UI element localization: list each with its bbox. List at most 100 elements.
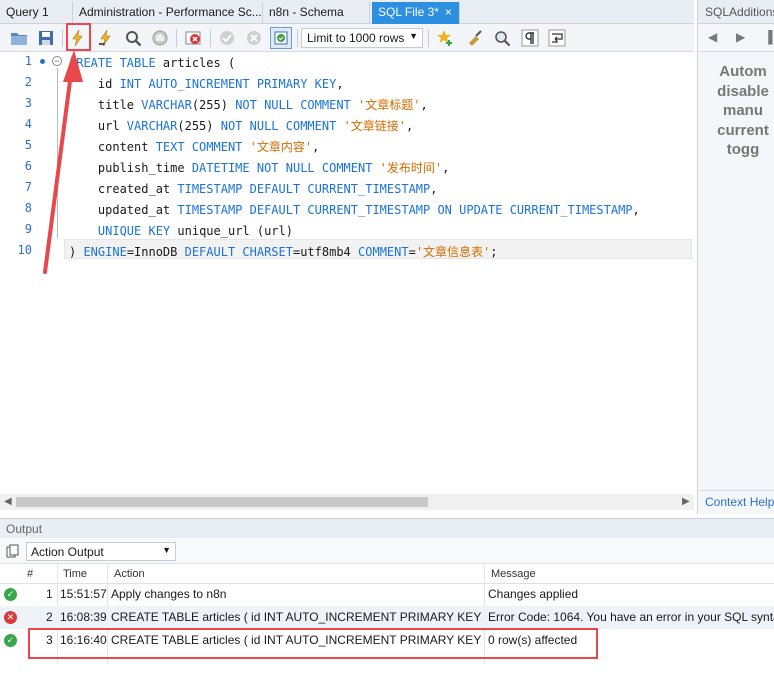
limit-rows-value: Limit to 1000 rows	[307, 31, 405, 45]
row-number: 1	[46, 587, 53, 601]
sql-keyword: VARCHAR	[126, 119, 178, 133]
sql-keyword: DEFAULT CHARSET	[184, 245, 293, 259]
sql-string: '文章信息表'	[415, 245, 491, 259]
scrollbar-thumb[interactable]	[16, 497, 428, 507]
code-line[interactable]: updated_at TIMESTAMP DEFAULT CURRENT_TIM…	[69, 201, 640, 222]
sql-keyword: COMMENT	[358, 245, 409, 259]
sql-identifier: ,	[336, 77, 344, 91]
column-header-time[interactable]: Time	[63, 568, 87, 580]
horizontal-scrollbar[interactable]: ◀ ▶	[0, 494, 694, 510]
sql-string: '文章链接'	[343, 119, 407, 133]
sql-keyword: INT AUTO_INCREMENT PRIMARY KEY	[119, 77, 337, 91]
row-time: 16:08:39	[60, 610, 107, 624]
toolbar-divider	[297, 29, 298, 47]
back-arrow-icon[interactable]: ◀	[708, 30, 717, 44]
sql-identifier: ,	[406, 119, 414, 133]
sql-string: '文章内容'	[249, 140, 313, 154]
column-header-number[interactable]: #	[27, 568, 33, 580]
workbench-window: Query 1 Administration - Performance Sc.…	[0, 0, 774, 685]
wrap-lines-icon[interactable]	[546, 27, 568, 49]
code-line[interactable]: ) ENGINE=InnoDB DEFAULT CHARSET=utf8mb4 …	[69, 243, 498, 264]
code-line[interactable]: title VARCHAR(255) NOT NULL COMMENT '文章标…	[69, 96, 428, 117]
sql-identifier: unique_url (url)	[177, 224, 293, 238]
sql-additions-panel: SQLAdditions ◀ ▶ ▐ Autom disable manu cu…	[697, 0, 774, 514]
output-type-select[interactable]: Action Output ▼	[26, 542, 176, 561]
message-line: Autom	[719, 63, 767, 80]
tab-label: SQL File 3*	[378, 5, 439, 19]
message-line: togg	[726, 141, 760, 158]
code-line[interactable]: url VARCHAR(255) NOT NULL COMMENT '文章链接'…	[69, 117, 413, 138]
bar-icon: ▐	[764, 30, 773, 44]
sql-keyword: VARCHAR	[141, 98, 192, 112]
sql-identifier: (255)	[177, 119, 221, 133]
error-x-icon: ✕	[4, 611, 17, 624]
sql-keyword: TEXT COMMENT	[155, 140, 250, 154]
sql-additions-nav: ◀ ▶ ▐	[698, 24, 774, 52]
context-help-tab[interactable]: Context Help	[698, 490, 774, 514]
tab-n8n-schema[interactable]: n8n - Schema	[263, 2, 370, 24]
code-line[interactable]: publish_time DATETIME NOT NULL COMMENT '…	[69, 159, 449, 180]
sql-string: '发布时间'	[379, 161, 443, 175]
sql-keyword: TIMESTAMP DEFAULT CURRENT_TIMESTAMP ON U…	[177, 203, 633, 217]
explain-magnifier-icon[interactable]	[122, 27, 144, 49]
annotation-arrow-icon	[43, 50, 83, 274]
sql-identifier: =	[408, 245, 416, 259]
close-icon[interactable]: ×	[445, 5, 452, 19]
chevron-down-icon: ▼	[409, 31, 418, 41]
beautify-broom-icon[interactable]	[464, 27, 486, 49]
row-message: Error Code: 1064. You have an error in y…	[488, 610, 774, 624]
row-number: 2	[46, 610, 53, 624]
sql-identifier: ,	[430, 182, 438, 196]
tab-sql-file-3[interactable]: SQL File 3* ×	[372, 2, 460, 24]
message-line: manu	[722, 102, 763, 119]
sql-keyword: NOT NULL COMMENT	[220, 119, 344, 133]
row-message: Changes applied	[488, 587, 579, 601]
output-row[interactable]: ✓ 1 15:51:57 Apply changes to n8n Change…	[0, 583, 774, 606]
output-table-header: # Time Action Message	[0, 564, 774, 584]
highlight-box-result-row	[28, 628, 598, 659]
column-header-message[interactable]: Message	[491, 568, 536, 580]
sql-keyword: NOT NULL COMMENT	[235, 98, 359, 112]
copy-icon[interactable]	[6, 544, 20, 558]
toolbar-divider	[210, 29, 211, 47]
toolbar-divider	[176, 29, 177, 47]
message-line: current	[717, 121, 769, 139]
chevron-down-icon: ▼	[162, 545, 171, 555]
output-panel-title: Output	[0, 518, 774, 538]
sql-identifier: ,	[420, 98, 428, 112]
column-header-action[interactable]: Action	[114, 568, 145, 580]
sql-identifier: ,	[312, 140, 320, 154]
rollback-icon[interactable]	[243, 27, 265, 49]
output-row[interactable]: ✕ 2 16:08:39 CREATE TABLE articles ( id …	[0, 606, 774, 629]
find-icon[interactable]	[491, 27, 513, 49]
success-check-icon: ✓	[4, 588, 17, 601]
sql-identifier: ,	[632, 203, 640, 217]
commit-icon[interactable]	[216, 27, 238, 49]
invisible-chars-icon[interactable]	[519, 27, 541, 49]
forward-arrow-icon[interactable]: ▶	[736, 30, 745, 44]
sql-identifier: ;	[490, 245, 498, 259]
success-check-icon: ✓	[4, 634, 17, 647]
sql-identifier: =InnoDB	[126, 245, 185, 259]
sql-string: '文章标题'	[358, 98, 421, 112]
sql-keyword: TIMESTAMP DEFAULT CURRENT_TIMESTAMP	[177, 182, 431, 196]
stop-hand-icon[interactable]	[149, 27, 171, 49]
stop-on-error-icon[interactable]	[182, 27, 204, 49]
row-action: CREATE TABLE articles ( id INT AUTO_INCR…	[111, 610, 481, 624]
sql-identifier: ,	[442, 161, 450, 175]
sql-identifier: articles (	[162, 56, 236, 70]
sql-identifier: (255)	[191, 98, 236, 112]
row-action: Apply changes to n8n	[111, 587, 227, 601]
autocommit-icon[interactable]	[270, 27, 292, 49]
scroll-left-icon[interactable]: ◀	[4, 496, 12, 507]
sql-additions-title: SQLAdditions	[698, 0, 774, 24]
add-snippet-star-icon[interactable]	[434, 27, 456, 49]
row-time: 15:51:57	[60, 587, 107, 601]
limit-rows-select[interactable]: Limit to 1000 rows ▼	[301, 28, 423, 48]
scroll-right-icon[interactable]: ▶	[682, 496, 690, 507]
code-line[interactable]: created_at TIMESTAMP DEFAULT CURRENT_TIM…	[69, 180, 438, 201]
sql-keyword: DATETIME NOT NULL COMMENT	[191, 161, 380, 175]
toolbar-divider	[428, 29, 429, 47]
tab-label: n8n - Schema	[269, 5, 344, 19]
auto-help-message: Autom disable manu current togg	[698, 62, 774, 160]
